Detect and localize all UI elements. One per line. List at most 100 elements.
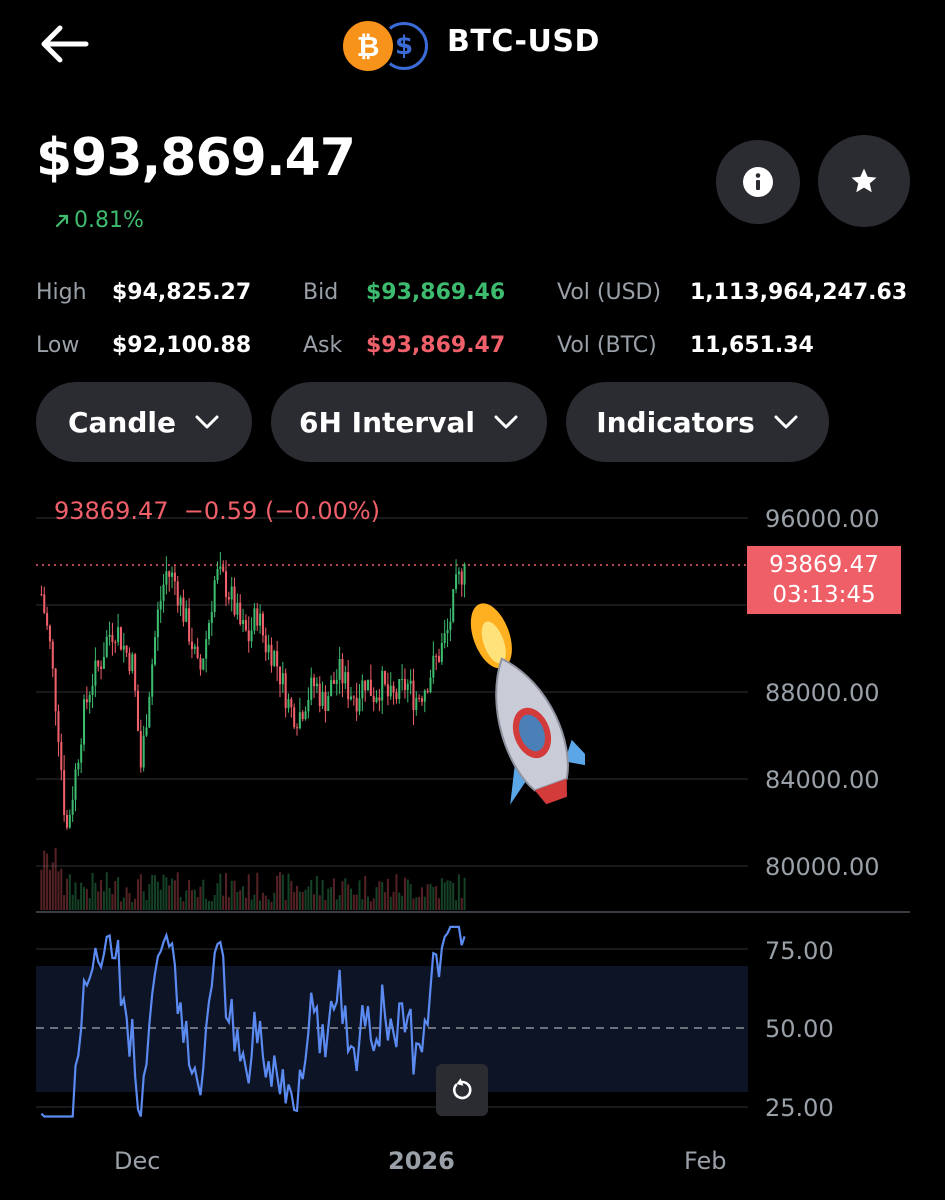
candle [253, 608, 256, 631]
volume-bar [261, 892, 264, 910]
candle [310, 677, 313, 700]
volume-bar [412, 898, 415, 910]
candle [46, 612, 49, 626]
price-change: 0.81% [54, 208, 144, 233]
chart-type-dropdown[interactable]: Candle [36, 382, 252, 462]
rsi-tick-25: 25.00 [765, 1094, 834, 1122]
volume-bar [318, 895, 321, 910]
interval-label: 6H Interval [299, 405, 475, 439]
volume-bar [304, 889, 307, 910]
candle [347, 672, 350, 700]
volume-bar [244, 897, 247, 910]
current-price: $93,869.47 [36, 128, 356, 188]
volume-bar [298, 891, 301, 910]
volume-bar [222, 895, 225, 910]
candle [108, 634, 111, 637]
volume-bar [420, 887, 423, 910]
volume-bar [429, 883, 432, 910]
candle [429, 677, 432, 693]
candle [57, 711, 60, 743]
candle [352, 696, 355, 698]
candle [267, 644, 270, 653]
vol-btc-label: Vol (BTC) [557, 333, 657, 358]
candle [242, 620, 245, 624]
volume-bar [401, 895, 404, 910]
favorite-button[interactable] [818, 135, 910, 227]
volume-bar [349, 888, 352, 910]
low-value: $92,100.88 [112, 333, 252, 358]
volume-bar [117, 877, 120, 910]
volume-bar [284, 900, 287, 910]
candle [296, 727, 299, 729]
volume-bar [386, 878, 389, 910]
back-button[interactable] [36, 22, 92, 66]
candle [165, 571, 168, 585]
info-button[interactable] [716, 140, 800, 224]
volume-bar [51, 862, 54, 910]
volume-bar [54, 847, 57, 910]
time-tick-2026: 2026 [388, 1147, 455, 1175]
high-label: High [36, 280, 87, 305]
ohlc-readout: 93869.47 −0.59 (−0.00%) [54, 497, 380, 525]
volume-bar [287, 873, 290, 910]
candle [392, 685, 395, 693]
candle [378, 697, 381, 701]
candle [156, 609, 159, 638]
volume-bar [60, 868, 63, 910]
star-icon [851, 168, 877, 193]
volume-bar [253, 894, 256, 910]
volume-bar [338, 895, 341, 910]
volume-bar [281, 874, 284, 910]
volume-bar [182, 901, 185, 910]
volume-bar [267, 899, 270, 910]
volume-bar [307, 886, 310, 910]
volume-bar [250, 899, 253, 910]
candle [395, 692, 398, 699]
candle [446, 629, 449, 634]
interval-dropdown[interactable]: 6H Interval [271, 382, 547, 462]
candle [264, 635, 267, 653]
candle [298, 712, 301, 729]
candle [256, 608, 259, 626]
volume-bar [335, 899, 338, 910]
volume-bar [460, 897, 463, 910]
candle [102, 656, 105, 669]
candle [83, 699, 86, 745]
vol-usd-value: 1,113,964,247.63 [690, 280, 908, 305]
volume-bar [162, 874, 165, 910]
candle [100, 666, 103, 669]
arrow-left-icon [41, 25, 89, 63]
indicators-dropdown[interactable]: Indicators [566, 382, 829, 462]
candle [80, 744, 83, 763]
candle [247, 630, 250, 642]
candle [182, 597, 185, 622]
volume-bar [210, 901, 213, 910]
candle [63, 770, 66, 815]
volume-bar [122, 897, 125, 910]
candle [278, 666, 281, 685]
reset-zoom-button[interactable] [436, 1064, 488, 1116]
volume-bar [389, 896, 392, 910]
candle [261, 613, 264, 636]
candle [426, 690, 429, 693]
volume-bar [165, 877, 168, 910]
candle [358, 698, 361, 712]
volume-bar [85, 888, 88, 910]
candle [293, 707, 296, 728]
candle [361, 680, 364, 699]
volume-bar [111, 894, 114, 910]
volume-bar [128, 893, 131, 910]
volume-bar [369, 901, 372, 910]
volume-bar [247, 874, 250, 910]
volume-bar [196, 897, 199, 910]
candle [313, 677, 316, 687]
volume-bar [125, 887, 128, 910]
candle [460, 571, 463, 585]
volume-bar [136, 879, 139, 910]
volume-bar [156, 881, 159, 910]
candle [207, 622, 210, 640]
volume-bar [242, 886, 245, 910]
candle [202, 658, 205, 670]
volume-bar [324, 899, 327, 910]
candle [415, 697, 418, 710]
